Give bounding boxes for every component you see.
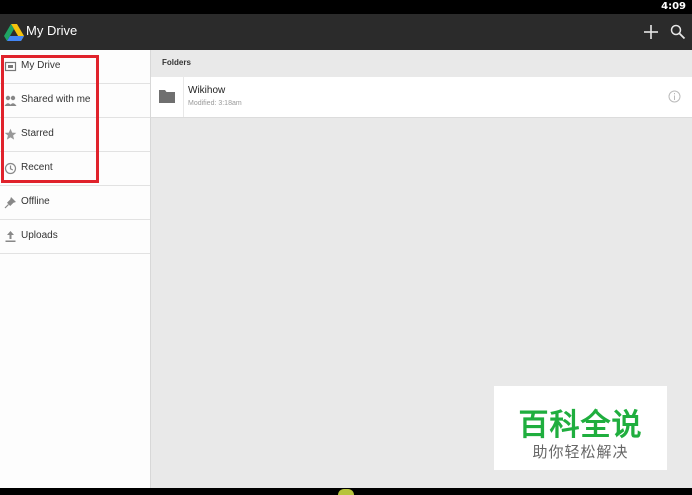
watermark-title: 百科全说 [518,408,643,443]
info-icon[interactable] [668,90,681,103]
upload-icon [5,231,16,242]
search-icon[interactable] [669,23,687,41]
home-indicator-icon[interactable] [338,489,354,495]
add-icon[interactable] [642,23,660,41]
sidebar-item-label: Offline [21,196,50,207]
folders-section-header: Folders [162,58,191,67]
app-title: My Drive [26,23,78,38]
folder-icon [159,90,175,103]
sidebar-item-offline[interactable]: Offline [0,186,150,220]
pin-icon [4,197,16,209]
sidebar-item-uploads[interactable]: Uploads [0,220,150,254]
action-bar: My Drive [0,14,692,50]
drive-logo-icon[interactable] [4,22,24,42]
row-divider [183,77,184,117]
watermark-logo: 百科全说 助你轻松解决 [494,386,667,470]
folder-row[interactable]: Wikihow Modified: 3:18am [151,77,692,118]
status-bar: 4:09 [0,0,692,14]
status-time: 4:09 [661,1,686,12]
highlight-box [1,55,99,183]
sidebar-item-label: Uploads [21,230,58,241]
folder-name: Wikihow [188,85,226,96]
system-nav-bar [0,488,692,495]
watermark-subtitle: 助你轻松解决 [532,443,629,461]
folder-modified: Modified: 3:18am [188,100,242,107]
